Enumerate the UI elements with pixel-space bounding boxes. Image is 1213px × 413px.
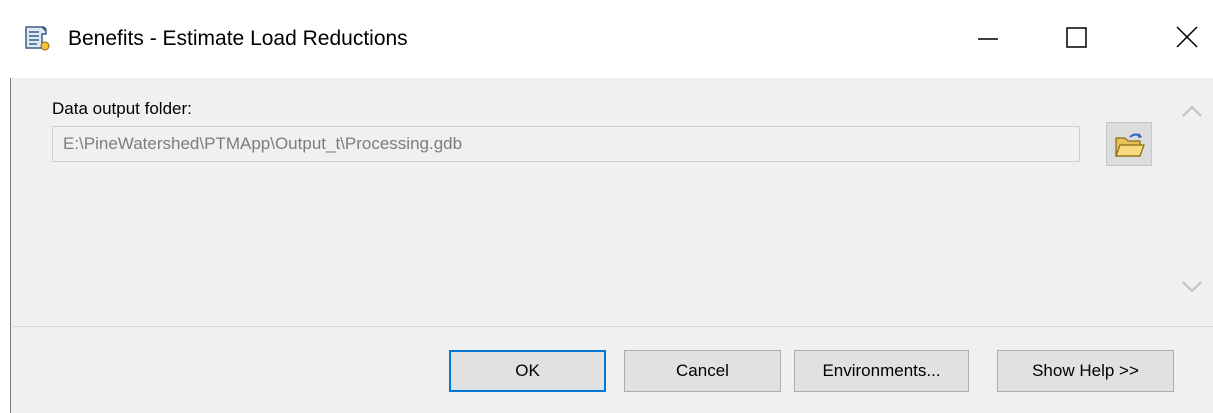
ok-button[interactable]: OK (449, 350, 606, 392)
scroll-down-button[interactable] (1171, 266, 1213, 306)
output-folder-label: Data output folder: (52, 99, 192, 118)
minimize-icon (978, 38, 998, 40)
scroll-up-button[interactable] (1171, 92, 1213, 132)
open-folder-icon (1115, 133, 1145, 157)
script-tool-icon (20, 22, 52, 54)
environments-button[interactable]: Environments... (794, 350, 969, 392)
browse-folder-button[interactable] (1106, 122, 1152, 166)
close-icon (1176, 26, 1198, 48)
parameters-panel: Data output folder: (10, 78, 1213, 326)
maximize-button[interactable] (1032, 0, 1120, 78)
maximize-icon (1066, 27, 1087, 48)
minimize-button[interactable] (944, 0, 1032, 78)
dialog-button-bar: OK Cancel Environments... Show Help >> (10, 326, 1213, 413)
tool-dialog-window: Benefits - Estimate Load Reductions Data… (0, 0, 1213, 413)
chevron-down-icon (1182, 281, 1202, 293)
show-help-button[interactable]: Show Help >> (997, 350, 1174, 392)
output-folder-input[interactable] (52, 126, 1080, 162)
window-title: Benefits - Estimate Load Reductions (68, 27, 408, 50)
cancel-button[interactable]: Cancel (624, 350, 781, 392)
vertical-scrollbar[interactable] (1171, 78, 1213, 326)
title-bar[interactable]: Benefits - Estimate Load Reductions (0, 0, 1213, 78)
close-button[interactable] (1120, 0, 1213, 78)
chevron-up-icon (1182, 105, 1202, 117)
